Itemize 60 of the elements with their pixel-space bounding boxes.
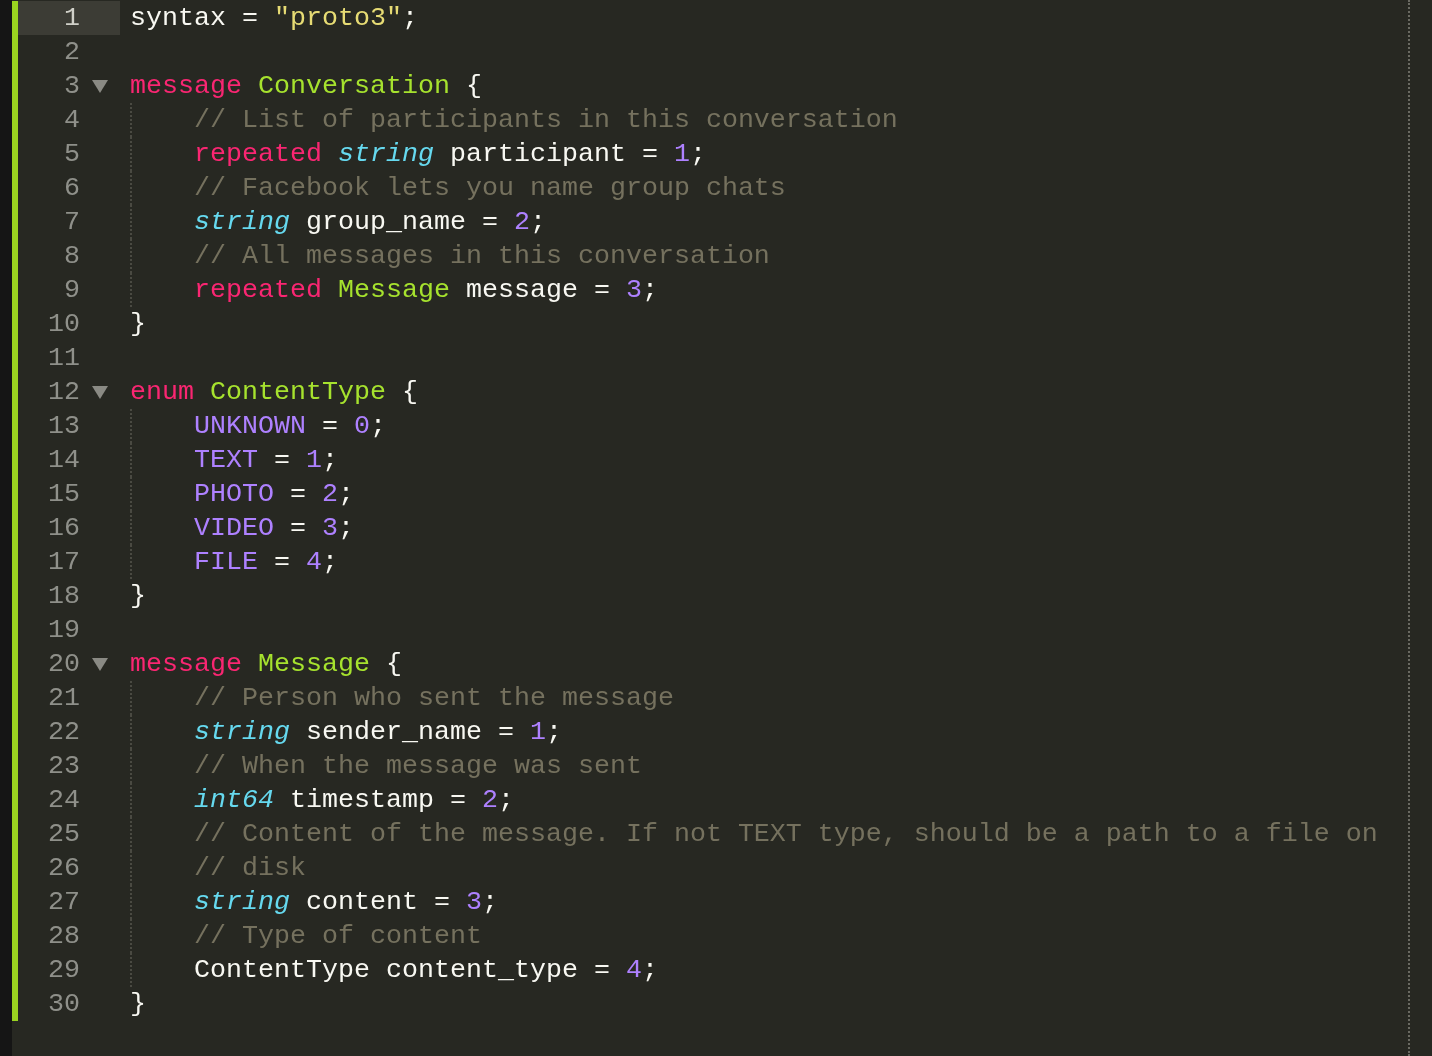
line-number: 20	[18, 647, 120, 681]
line-number: 11	[47, 342, 81, 375]
code-line: FILE = 4;	[194, 546, 338, 579]
line-number: 1	[18, 1, 120, 35]
code-line: }	[130, 580, 146, 613]
line-number: 12	[18, 375, 120, 409]
code-line: }	[130, 988, 146, 1021]
code-line: message Conversation {	[130, 70, 482, 103]
line-number: 18	[47, 580, 81, 613]
code-line: TEXT = 1;	[194, 444, 338, 477]
line-number: 4	[63, 104, 81, 137]
line-number: 9	[63, 274, 81, 307]
line-number: 22	[47, 716, 81, 749]
code-line: UNKNOWN = 0;	[194, 410, 386, 443]
code-line: // Content of the message. If not TEXT type, should be a path to a file on	[194, 818, 1378, 851]
line-number: 29	[47, 954, 81, 987]
code-line: string group_name = 2;	[194, 206, 546, 239]
code-line: // When the message was sent	[194, 750, 642, 783]
line-number: 8	[63, 240, 81, 273]
code-line: // All messages in this conversation	[194, 240, 770, 273]
code-line: // Facebook lets you name group chats	[194, 172, 786, 205]
code-line: int64 timestamp = 2;	[194, 784, 514, 817]
line-number: 2	[63, 36, 81, 69]
code-line: repeated string participant = 1;	[194, 138, 706, 171]
line-number: 17	[47, 546, 81, 579]
fold-arrow-icon[interactable]	[91, 384, 109, 400]
line-number: 24	[47, 784, 81, 817]
line-number: 6	[63, 172, 81, 205]
line-number: 5	[63, 138, 81, 171]
line-number: 15	[47, 478, 81, 511]
code-line: enum ContentType {	[130, 376, 418, 409]
code-line: // Person who sent the message	[194, 682, 674, 715]
fold-arrow-icon[interactable]	[91, 656, 109, 672]
line-number: 13	[47, 410, 81, 443]
code-line: ContentType content_type = 4;	[194, 954, 658, 987]
code-line: repeated Message message = 3;	[194, 274, 658, 307]
fold-arrow-icon[interactable]	[91, 78, 109, 94]
line-number: 27	[47, 886, 81, 919]
code-line: string content = 3;	[194, 886, 498, 919]
code-line: PHOTO = 2;	[194, 478, 354, 511]
code-line: string sender_name = 1;	[194, 716, 562, 749]
line-number: 26	[47, 852, 81, 885]
line-number: 10	[47, 308, 81, 341]
line-number: 16	[47, 512, 81, 545]
code-line: }	[130, 308, 146, 341]
line-number: 23	[47, 750, 81, 783]
line-number: 7	[63, 206, 81, 239]
code-line: // Type of content	[194, 920, 482, 953]
line-number: 28	[47, 920, 81, 953]
line-number: 3	[18, 69, 120, 103]
code-line: // disk	[194, 852, 306, 885]
line-number: 19	[47, 614, 81, 647]
line-number: 14	[47, 444, 81, 477]
code-line: VIDEO = 3;	[194, 512, 354, 545]
line-number: 21	[47, 682, 81, 715]
code-line: // List of participants in this conversation	[194, 104, 898, 137]
code-line: syntax = "proto3";	[130, 2, 418, 35]
code-line: message Message {	[130, 648, 402, 681]
line-number: 30	[47, 988, 81, 1021]
line-number: 25	[47, 818, 81, 851]
